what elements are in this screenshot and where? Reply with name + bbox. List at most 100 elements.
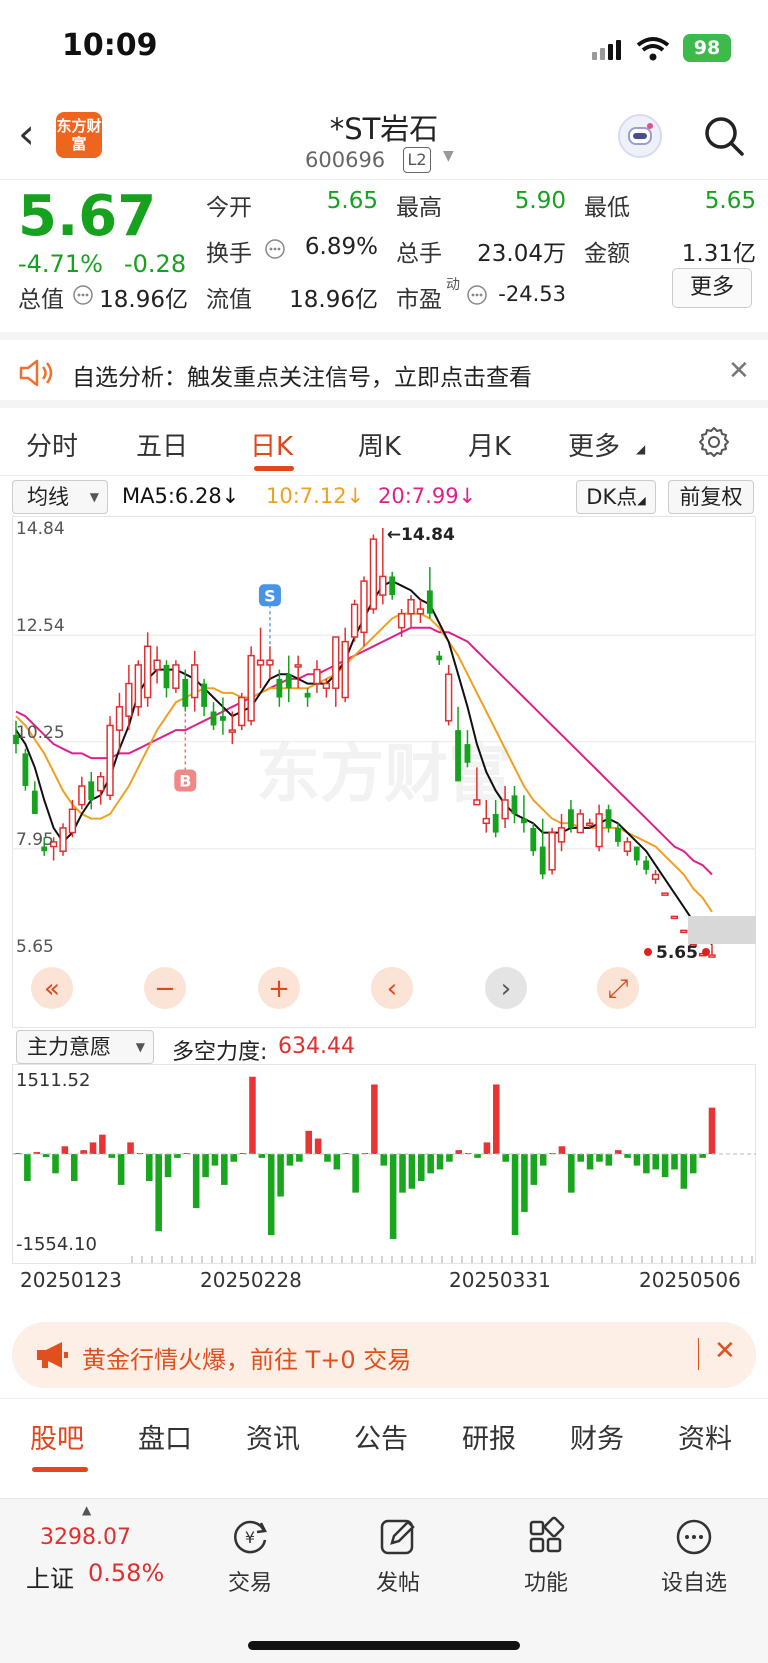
- candle-body: [605, 809, 612, 828]
- candle-body: [172, 664, 180, 689]
- home-indicator: [248, 1641, 520, 1650]
- fullscreen-icon[interactable]: ⤢: [597, 967, 639, 1009]
- force-bar: [24, 1154, 31, 1182]
- info-dots-icon[interactable]: [72, 284, 94, 306]
- force-bar: [483, 1142, 491, 1154]
- force-bar: [305, 1130, 313, 1154]
- promo-divider: [698, 1338, 699, 1370]
- force-bar: [258, 1154, 266, 1158]
- force-bar: [577, 1154, 584, 1162]
- end-shade: [688, 916, 756, 944]
- force-bar: [221, 1154, 228, 1185]
- kline-chart[interactable]: 东方财富 14.8412.5410.257.955.65 ←14.84 5.65…: [12, 516, 756, 1028]
- candle-body: [304, 692, 311, 698]
- tab-announcements[interactable]: 公告: [354, 1417, 408, 1456]
- stock-header: ‹ 东方财富 *ST岩石 600696 L2 ▼: [0, 100, 768, 180]
- candle-body: [643, 860, 650, 870]
- force-bar: [614, 1150, 622, 1154]
- index-percent[interactable]: 0.58%: [88, 1559, 164, 1587]
- candle-body: [369, 538, 378, 610]
- candle-body: [473, 799, 481, 806]
- candle-body: [670, 915, 679, 920]
- y-tick-label: 14.84: [16, 519, 65, 539]
- gear-icon[interactable]: [698, 426, 730, 458]
- ma20-value: 20:7.99↓: [378, 484, 477, 508]
- volume-label: 总手: [396, 241, 442, 267]
- control-glyph: «: [44, 974, 60, 1004]
- tab-weekly-k[interactable]: 周K: [358, 426, 401, 463]
- candle-body: [360, 580, 368, 634]
- force-bar: [70, 1154, 78, 1182]
- force-bar: [474, 1154, 481, 1158]
- caret-up-icon: ▲: [82, 1503, 92, 1517]
- prev-icon[interactable]: ‹: [371, 967, 413, 1009]
- force-bar: [652, 1154, 660, 1170]
- content-tabs: 股吧 盘口 资讯 公告 研报 财务 资料: [0, 1398, 768, 1498]
- nav-add-watchlist-label: 设自选: [660, 1571, 727, 1596]
- megaphone-icon: [37, 1342, 68, 1368]
- candle-body: [68, 808, 77, 834]
- more-button[interactable]: 更多: [672, 268, 752, 308]
- nav-trade[interactable]: ¥ 交易: [200, 1515, 300, 1597]
- force-chart[interactable]: 1511.52 -1554.10: [12, 1064, 756, 1264]
- tab-orderbook[interactable]: 盘口: [138, 1417, 192, 1456]
- candle-body: [661, 892, 669, 896]
- level-badge[interactable]: L2: [403, 147, 431, 173]
- tab-daily-k[interactable]: 日K: [250, 426, 293, 463]
- candle-body: [238, 696, 246, 727]
- zoom-in-icon[interactable]: +: [258, 967, 300, 1009]
- tab-news[interactable]: 资讯: [246, 1417, 300, 1456]
- adjust-button[interactable]: 前复权: [668, 480, 754, 514]
- clock: 10:09: [62, 28, 158, 63]
- candle-body: [416, 608, 425, 615]
- candle-body: [285, 674, 292, 689]
- tab-more[interactable]: 更多: [568, 426, 620, 463]
- info-dots-icon[interactable]: [264, 238, 286, 260]
- close-icon[interactable]: ✕: [714, 1336, 736, 1366]
- force-bar: [333, 1154, 341, 1170]
- zoom-out-icon[interactable]: −: [144, 967, 186, 1009]
- tab-monthly-k[interactable]: 月K: [468, 426, 511, 463]
- nav-add-watchlist[interactable]: 设自选: [644, 1515, 744, 1597]
- chevron-down-icon[interactable]: ▼: [443, 148, 454, 164]
- info-dots-icon[interactable]: [466, 284, 488, 306]
- force-bar: [127, 1142, 134, 1154]
- ma-select-label: 均线: [27, 485, 69, 509]
- tab-profile[interactable]: 资料: [678, 1417, 732, 1456]
- force-bar: [436, 1154, 444, 1170]
- force-bar: [211, 1154, 219, 1166]
- force-bar: [380, 1154, 388, 1166]
- turnover-value: 6.89%: [304, 234, 378, 260]
- ma-select[interactable]: 均线 ▼: [12, 480, 108, 514]
- indicator-select[interactable]: 主力意愿 ▼: [16, 1030, 154, 1064]
- index-name[interactable]: 上证: [26, 1559, 74, 1594]
- tab-finance[interactable]: 财务: [570, 1417, 624, 1456]
- corner-arrow-icon: ◢: [636, 442, 646, 456]
- pe-value: -24.53: [498, 282, 566, 306]
- force-bar: [680, 1154, 688, 1189]
- watchlist-notice[interactable]: 自选分析：触发重点关注信号，立即点击查看 ✕: [0, 340, 768, 408]
- search-icon[interactable]: [702, 114, 746, 158]
- candle-body: [595, 813, 603, 848]
- force-bar: [296, 1154, 303, 1162]
- force-bar: [493, 1084, 500, 1154]
- candle-body: [266, 659, 274, 666]
- force-bar: [267, 1154, 275, 1236]
- force-bar: [427, 1154, 434, 1174]
- close-icon[interactable]: ✕: [728, 356, 750, 386]
- tab-five-day[interactable]: 五日: [136, 426, 188, 463]
- tab-research[interactable]: 研报: [462, 1417, 516, 1456]
- index-value[interactable]: 3298.07: [40, 1525, 131, 1550]
- tab-intraday[interactable]: 分时: [26, 426, 78, 463]
- jump-start-icon[interactable]: «: [31, 967, 73, 1009]
- amount-label: 金额: [584, 241, 630, 267]
- candle-body: [455, 730, 461, 782]
- dk-point-button[interactable]: DK点◢: [576, 480, 656, 514]
- promo-banner[interactable]: 黄金行情火爆，前往 T+0 交易 ✕: [12, 1322, 756, 1388]
- next-icon[interactable]: ›: [485, 967, 527, 1009]
- force-bar: [286, 1154, 294, 1166]
- nav-functions[interactable]: 功能: [496, 1515, 596, 1597]
- nav-post[interactable]: 发帖: [348, 1515, 448, 1597]
- tab-forum[interactable]: 股吧: [30, 1417, 84, 1456]
- assistant-robot-icon[interactable]: [618, 114, 662, 158]
